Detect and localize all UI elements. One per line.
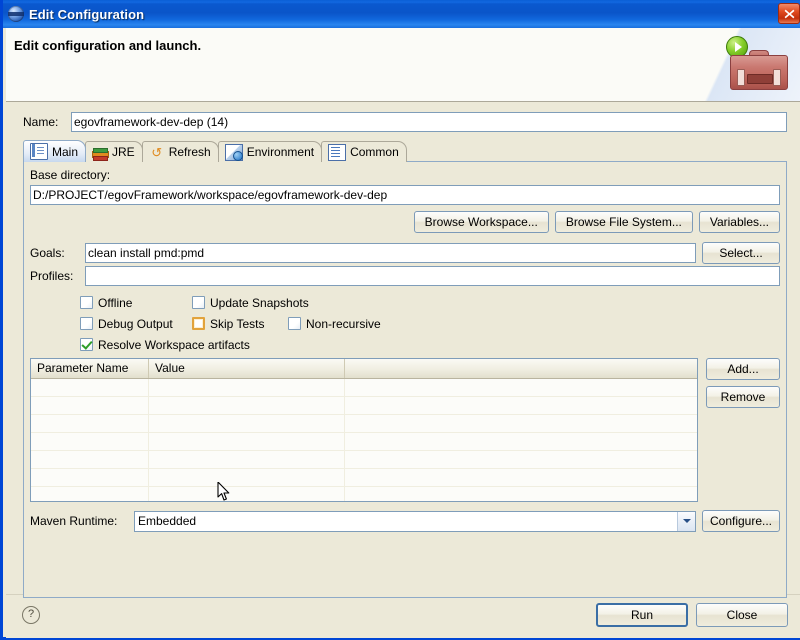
tab-folder: Main JRE ↺ Refresh Environment Common — [23, 140, 787, 598]
checkbox-offline[interactable]: Offline — [80, 296, 192, 310]
table-row[interactable] — [31, 469, 697, 487]
checkbox-debug-output[interactable]: Debug Output — [80, 317, 192, 331]
browse-button-row: Browse Workspace... Browse File System..… — [30, 211, 780, 233]
parameter-table[interactable]: Parameter Name Value — [30, 358, 698, 502]
profiles-label: Profiles: — [30, 269, 85, 283]
checkbox-resolve-workspace-artifacts[interactable]: Resolve Workspace artifacts — [80, 338, 250, 352]
checkbox-update-snapshots[interactable]: Update Snapshots — [192, 296, 309, 310]
add-parameter-button[interactable]: Add... — [706, 358, 780, 380]
profiles-row: Profiles: — [30, 266, 780, 286]
header-message: Edit configuration and launch. — [14, 38, 201, 53]
maven-briefcase-icon — [730, 50, 786, 90]
profiles-input[interactable] — [85, 266, 780, 286]
tab-refresh-label: Refresh — [169, 145, 211, 159]
maven-runtime-label: Maven Runtime: — [30, 514, 134, 528]
base-directory-label: Base directory: — [30, 168, 110, 182]
checkbox-skip-tests[interactable]: Skip Tests — [192, 317, 288, 331]
options-checkbox-group: Offline Update Snapshots Debug Output — [80, 292, 780, 355]
tab-strip: Main JRE ↺ Refresh Environment Common — [23, 140, 406, 162]
common-tab-icon — [328, 144, 346, 161]
tab-jre[interactable]: JRE — [85, 141, 143, 162]
maven-runtime-select[interactable]: Embedded — [134, 511, 696, 532]
browse-workspace-button[interactable]: Browse Workspace... — [414, 211, 549, 233]
table-row[interactable] — [31, 397, 697, 415]
checkbox-non-recursive-label: Non-recursive — [306, 317, 381, 331]
variables-button[interactable]: Variables... — [699, 211, 780, 233]
checkbox-resolve-workspace-artifacts-label: Resolve Workspace artifacts — [98, 338, 250, 352]
window-title: Edit Configuration — [29, 7, 144, 22]
base-directory-input[interactable]: D:/PROJECT/egovFramework/workspace/egovf… — [30, 185, 780, 205]
select-goals-button[interactable]: Select... — [702, 242, 780, 264]
checkbox-update-snapshots-label: Update Snapshots — [210, 296, 309, 310]
edit-configuration-dialog: Edit Configuration Edit configuration an… — [0, 0, 800, 640]
remove-parameter-button[interactable]: Remove — [706, 386, 780, 408]
footer-button-row: Run Close — [596, 603, 788, 627]
dialog-body: Name: egovframework-dev-dep (14) Main JR… — [6, 102, 800, 637]
tab-environment[interactable]: Environment — [218, 141, 322, 162]
maven-runtime-value: Embedded — [135, 514, 677, 528]
name-input[interactable]: egovframework-dev-dep (14) — [71, 112, 787, 132]
table-body — [31, 379, 697, 502]
goals-input[interactable]: clean install pmd:pmd — [85, 243, 696, 263]
main-tab-icon — [30, 143, 48, 160]
close-button[interactable]: Close — [696, 603, 788, 627]
checkbox-non-recursive[interactable]: Non-recursive — [288, 317, 381, 331]
table-row[interactable] — [31, 379, 697, 397]
help-icon[interactable]: ? — [22, 606, 40, 624]
tab-main[interactable]: Main — [23, 140, 86, 162]
column-header-parameter-name[interactable]: Parameter Name — [31, 359, 149, 378]
tab-common-label: Common — [350, 145, 399, 159]
chevron-down-icon[interactable] — [677, 512, 695, 531]
environment-tab-icon — [225, 144, 243, 161]
tab-refresh[interactable]: ↺ Refresh — [142, 141, 219, 162]
checkbox-non-recursive-box — [288, 317, 301, 330]
dialog-footer: ? Run Close — [6, 594, 800, 638]
tab-environment-label: Environment — [247, 145, 314, 159]
close-icon[interactable] — [778, 3, 800, 24]
browse-file-system-button[interactable]: Browse File System... — [555, 211, 693, 233]
checkbox-resolve-workspace-artifacts-box — [80, 338, 93, 351]
parameter-table-buttons: Add... Remove — [706, 358, 780, 414]
column-header-extra[interactable] — [345, 359, 697, 378]
tab-main-label: Main — [52, 145, 78, 159]
column-header-value[interactable]: Value — [149, 359, 345, 378]
jre-tab-icon — [92, 145, 108, 160]
checkbox-offline-label: Offline — [98, 296, 132, 310]
table-row[interactable] — [31, 415, 697, 433]
maven-runtime-row: Maven Runtime: Embedded Configure... — [30, 510, 780, 532]
dialog-header: Edit configuration and launch. — [6, 28, 800, 102]
checkbox-skip-tests-box — [192, 317, 205, 330]
run-button[interactable]: Run — [596, 603, 688, 627]
refresh-tab-icon: ↺ — [149, 145, 165, 160]
tab-common[interactable]: Common — [321, 141, 407, 162]
title-bar: Edit Configuration — [3, 0, 800, 28]
tab-jre-label: JRE — [112, 145, 135, 159]
launch-config-icon — [8, 6, 24, 22]
main-tab-pane: Base directory: D:/PROJECT/egovFramework… — [23, 161, 787, 598]
name-row: Name: egovframework-dev-dep (14) — [23, 112, 787, 132]
checkbox-offline-box — [80, 296, 93, 309]
goals-label: Goals: — [30, 246, 85, 260]
goals-row: Goals: clean install pmd:pmd Select... — [30, 242, 780, 264]
checkbox-debug-output-box — [80, 317, 93, 330]
checkbox-update-snapshots-box — [192, 296, 205, 309]
checkbox-debug-output-label: Debug Output — [98, 317, 173, 331]
checkbox-skip-tests-label: Skip Tests — [210, 317, 264, 331]
configure-runtime-button[interactable]: Configure... — [702, 510, 780, 532]
table-row[interactable] — [31, 433, 697, 451]
table-row[interactable] — [31, 451, 697, 469]
table-row[interactable] — [31, 487, 697, 502]
table-header-row: Parameter Name Value — [31, 359, 697, 379]
name-label: Name: — [23, 115, 71, 129]
